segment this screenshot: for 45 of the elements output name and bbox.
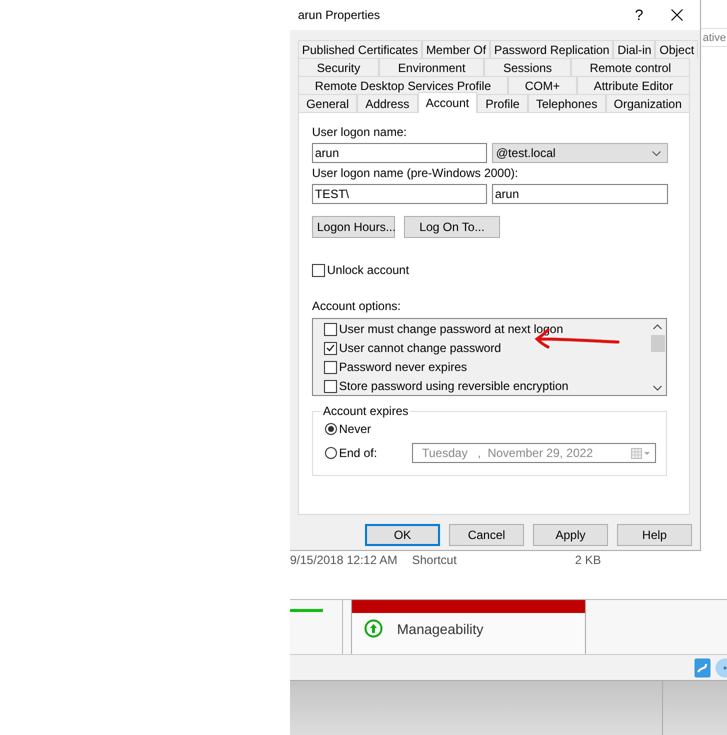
checkbox-label: Store password using reversible encryption xyxy=(339,379,568,393)
logon-name-field[interactable]: arun xyxy=(312,143,487,163)
checkbox-label: User cannot change password xyxy=(339,341,502,355)
tab[interactable]: Member Of xyxy=(422,40,490,58)
tab[interactable]: Environment xyxy=(379,58,484,76)
dialog-button[interactable]: OK xyxy=(365,524,440,546)
tab[interactable]: Organization xyxy=(606,94,690,112)
tab[interactable]: Telephones xyxy=(528,94,606,112)
tab[interactable]: COM+ xyxy=(508,76,577,94)
domain-dropdown[interactable]: @test.local xyxy=(492,143,668,163)
checkbox-label: Unlock account xyxy=(327,263,410,277)
dialog-button[interactable]: Apply xyxy=(533,524,608,546)
tab[interactable]: Profile xyxy=(477,94,528,112)
file-cell-text: Shortcut xyxy=(412,553,458,567)
tab[interactable]: Account xyxy=(418,92,478,113)
dialog-button[interactable]: Cancel xyxy=(449,524,524,546)
tab[interactable]: Attribute Editor xyxy=(576,76,690,94)
dialog-button[interactable]: Log On To... xyxy=(404,216,500,238)
radio-label: End of: xyxy=(339,446,378,460)
help-button[interactable]: ? xyxy=(624,1,654,29)
column-header: ative xyxy=(702,32,726,44)
radio-label: Never xyxy=(339,422,372,436)
tab[interactable]: Remote control xyxy=(570,58,690,76)
file-cell-text: 9/15/2018 12:12 AM xyxy=(290,553,398,567)
section-label: Account options: xyxy=(312,299,402,313)
tab[interactable]: Security xyxy=(298,58,380,76)
window-title: arun Properties xyxy=(298,8,382,22)
field-label: User logon name (pre-Windows 2000): xyxy=(312,166,520,180)
tab[interactable]: Object xyxy=(655,40,698,58)
file-cell-text: 2 KB xyxy=(575,553,602,567)
tab[interactable]: Dial-in xyxy=(613,40,656,58)
domain-prefix-field[interactable]: TEST\ xyxy=(312,184,487,204)
dialog-button[interactable]: Help xyxy=(617,524,692,546)
tab[interactable]: Sessions xyxy=(484,58,571,76)
group-label: Account expires xyxy=(322,404,410,418)
tab[interactable]: Address xyxy=(357,94,418,112)
checkbox-label: Password never expires xyxy=(339,360,468,374)
tab[interactable]: Password Replication xyxy=(490,40,614,58)
field-label: User logon name: xyxy=(312,125,408,139)
dialog-button[interactable]: Logon Hours... xyxy=(312,216,395,238)
tab[interactable]: Published Certificates xyxy=(298,40,422,58)
logon-name-field[interactable]: arun xyxy=(492,184,668,204)
tab[interactable]: Remote Desktop Services Profile xyxy=(298,76,508,94)
tab[interactable]: General xyxy=(298,94,358,112)
card-item-label: Manageability xyxy=(397,620,484,636)
